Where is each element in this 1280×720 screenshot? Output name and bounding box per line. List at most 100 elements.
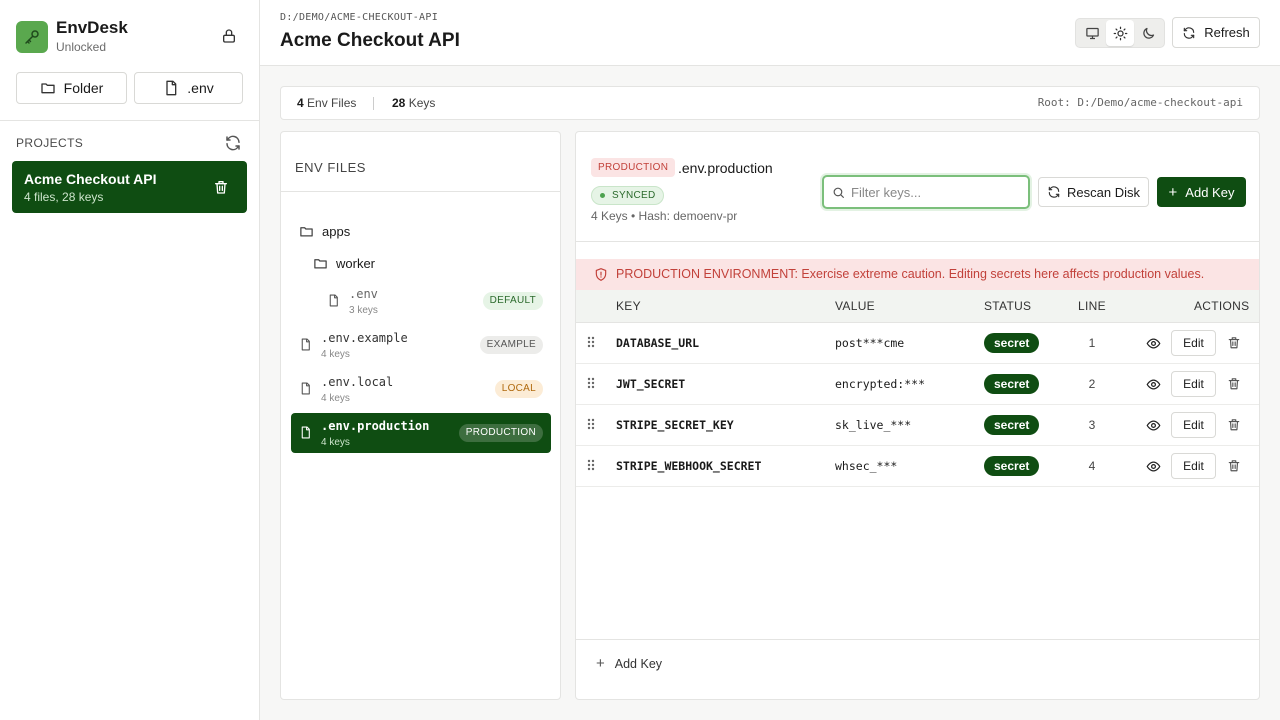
drag-handle-icon[interactable] — [587, 459, 595, 471]
rescan-disk-button[interactable]: Rescan Disk — [1038, 177, 1149, 207]
sync-status-label: SYNCED — [612, 190, 656, 201]
open-folder-button[interactable]: Folder — [16, 72, 127, 104]
file-icon — [329, 294, 338, 307]
sidebar-divider — [0, 120, 259, 121]
folder-icon — [314, 259, 327, 269]
tree-folder-apps[interactable]: apps — [299, 224, 350, 239]
keys-table-header: KEY VALUE STATUS LINE ACTIONS — [576, 290, 1259, 323]
delete-project-icon[interactable] — [213, 178, 229, 196]
env-files-label: Env Files — [307, 96, 357, 110]
editor-divider — [576, 241, 1259, 242]
env-file-row-example[interactable]: .env.example 4 keys EXAMPLE — [291, 325, 551, 365]
monitor-icon — [1085, 27, 1099, 39]
env-file-keys: 4 keys — [321, 393, 350, 404]
stats-separator — [373, 97, 374, 110]
row-status-badge: secret — [984, 456, 1040, 476]
file-icon — [166, 80, 177, 96]
add-key-button[interactable]: + Add Key — [1157, 177, 1246, 207]
env-file-keys: 4 keys — [321, 349, 350, 360]
drag-handle-icon[interactable] — [587, 418, 595, 430]
row-key: STRIPE_WEBHOOK_SECRET — [616, 459, 762, 473]
env-file-badge: EXAMPLE — [479, 336, 543, 354]
lock-button[interactable] — [217, 24, 241, 48]
sync-dot — [600, 193, 605, 198]
file-icon — [301, 426, 310, 439]
delete-key-icon[interactable] — [1227, 376, 1241, 391]
row-line-number: 1 — [1088, 336, 1096, 350]
refresh-label: Refresh — [1204, 25, 1250, 40]
reveal-eye-icon[interactable] — [1146, 377, 1161, 392]
column-header-value: VALUE — [835, 299, 875, 313]
theme-light-button[interactable] — [1106, 20, 1134, 46]
footer-add-key-label: Add Key — [614, 656, 663, 671]
refresh-icon — [1048, 186, 1060, 198]
row-value: encrypted:*** — [835, 377, 926, 391]
header: D:/DEMO/ACME-CHECKOUT-API Acme Checkout … — [260, 0, 1280, 66]
projects-label: PROJECTS — [16, 136, 84, 150]
row-status-badge: secret — [984, 374, 1040, 394]
tree-folder-label: worker — [336, 256, 376, 271]
delete-key-icon[interactable] — [1227, 417, 1241, 432]
open-folder-label: Folder — [63, 80, 104, 96]
filter-keys-input[interactable] — [851, 183, 1021, 201]
drag-handle-icon[interactable] — [587, 336, 595, 348]
project-item-acme-checkout-api[interactable]: Acme Checkout API 4 files, 28 keys — [12, 161, 247, 213]
row-value: whsec_*** — [835, 459, 898, 473]
theme-dark-button[interactable] — [1134, 20, 1162, 46]
env-file-row-production[interactable]: .env.production 4 keys PRODUCTION — [291, 413, 551, 453]
editor-footer-divider — [576, 639, 1259, 640]
edit-key-button[interactable]: Edit — [1171, 371, 1216, 397]
env-file-name: .env.local — [321, 375, 394, 389]
reveal-eye-icon[interactable] — [1146, 418, 1161, 433]
edit-key-button[interactable]: Edit — [1171, 330, 1216, 356]
delete-key-icon[interactable] — [1227, 335, 1241, 350]
table-row: DATABASE_URL post***cme secret 1 Edit — [576, 323, 1259, 364]
edit-key-button[interactable]: Edit — [1171, 412, 1216, 438]
row-line-number: 4 — [1088, 459, 1096, 473]
drag-handle-icon[interactable] — [587, 377, 595, 389]
reveal-eye-icon[interactable] — [1146, 336, 1161, 351]
row-value: post***cme — [835, 336, 905, 350]
env-file-name: .env.example — [321, 331, 408, 345]
env-file-row-local[interactable]: .env.local 4 keys LOCAL — [291, 369, 551, 409]
table-row: JWT_SECRET encrypted:*** secret 2 Edit — [576, 364, 1259, 405]
refresh-projects-icon[interactable] — [224, 134, 242, 152]
page-title: Acme Checkout API — [280, 30, 460, 51]
env-file-keys: 3 keys — [349, 305, 378, 316]
keys-count: 28 — [392, 96, 406, 110]
reveal-eye-icon[interactable] — [1146, 459, 1161, 474]
env-file-name: .env — [349, 287, 378, 301]
refresh-button[interactable]: Refresh — [1172, 17, 1260, 48]
breadcrumb: D:/DEMO/ACME-CHECKOUT-API — [280, 12, 439, 23]
refresh-icon — [1183, 26, 1195, 39]
keys-label: Keys — [408, 96, 436, 110]
environment-badge: PRODUCTION — [591, 158, 676, 177]
filter-keys-field[interactable] — [822, 175, 1030, 209]
env-file-name: .env.production — [321, 419, 430, 433]
table-row: STRIPE_WEBHOOK_SECRET whsec_*** secret 4… — [576, 446, 1259, 487]
row-line-number: 2 — [1088, 377, 1096, 391]
theme-system-button[interactable] — [1078, 20, 1106, 46]
env-file-badge: DEFAULT — [482, 292, 543, 310]
brand-status: Unlocked — [56, 40, 107, 54]
table-row: STRIPE_SECRET_KEY sk_live_*** secret 3 E… — [576, 405, 1259, 446]
env-files-stat: 4 Env Files — [297, 96, 356, 110]
env-file-row-env[interactable]: .env 3 keys DEFAULT — [291, 281, 551, 321]
rescan-disk-label: Rescan Disk — [1067, 184, 1140, 200]
sidebar: EnvDesk Unlocked Folder .env PROJECTS Ac… — [0, 0, 260, 720]
brand-name: EnvDesk — [56, 18, 128, 37]
env-file-title: .env.production — [678, 160, 773, 176]
footer-add-key-button[interactable]: + Add Key — [596, 655, 662, 672]
row-status-badge: secret — [984, 415, 1040, 435]
delete-key-icon[interactable] — [1227, 458, 1241, 473]
open-env-file-button[interactable]: .env — [134, 72, 243, 104]
key-icon — [16, 20, 48, 53]
row-key: JWT_SECRET — [616, 377, 686, 391]
env-files-panel: ENV FILES apps worker .env 3 keys DEFAUL… — [280, 131, 561, 700]
project-name: Acme Checkout API — [24, 171, 157, 187]
production-warning-text: PRODUCTION ENVIRONMENT: Exercise extreme… — [616, 267, 1205, 281]
env-files-count: 4 — [297, 96, 304, 110]
folder-icon — [300, 227, 313, 237]
tree-folder-worker[interactable]: worker — [313, 256, 375, 271]
edit-key-button[interactable]: Edit — [1171, 453, 1216, 479]
